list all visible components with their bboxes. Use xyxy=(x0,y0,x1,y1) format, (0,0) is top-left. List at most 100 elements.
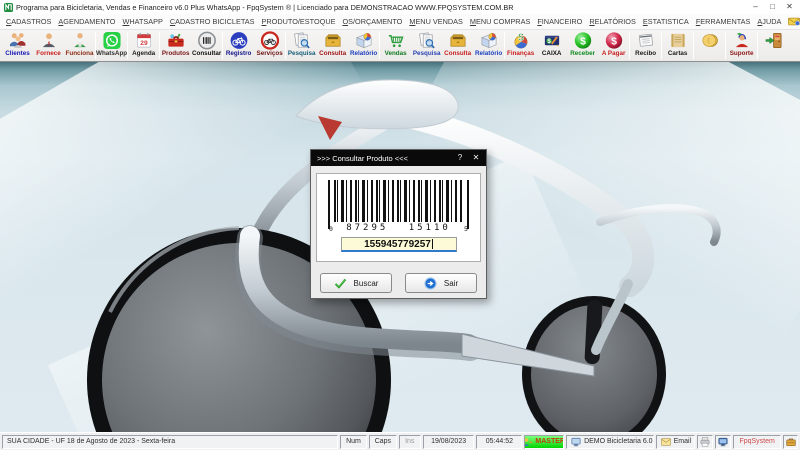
menu-item-cadastros[interactable]: CADASTROS xyxy=(6,17,51,26)
barcode-input[interactable]: 155945779257 xyxy=(340,237,457,252)
svg-text:$: $ xyxy=(611,36,617,47)
dialog-buttons-row: Buscar Sair xyxy=(311,273,486,293)
toolbar-button-registro[interactable]: Registro xyxy=(223,30,254,61)
toolbar-button-cartas[interactable]: Cartas xyxy=(662,30,693,61)
status-case xyxy=(783,434,798,449)
calendar-icon: 29 xyxy=(134,31,154,50)
text-caret xyxy=(431,239,433,249)
envelope-icon xyxy=(660,437,671,447)
toolbar-button-financas[interactable]: $ Finanças xyxy=(505,30,536,61)
barcode-digit-right: 5 xyxy=(464,225,468,233)
bike-registry-icon xyxy=(229,31,249,50)
status-insert: Ins xyxy=(398,434,421,449)
title-bar: Programa para Bicicletaria, Vendas e Fin… xyxy=(0,0,800,14)
status-date: 19/08/2023 xyxy=(422,434,475,449)
svg-text:$: $ xyxy=(547,38,551,45)
close-button[interactable]: ✕ xyxy=(781,0,798,14)
application-window: { "window": { "title": "Programa para Bi… xyxy=(0,0,800,450)
menu-item-agendamento[interactable]: AGENDAMENTO xyxy=(58,17,115,26)
toolbar-button-whatsapp[interactable]: WhatsApp xyxy=(96,30,127,61)
toolbar: Clientes Fornece Funciona WhatsApp 29 Age… xyxy=(0,29,800,62)
bike-service-icon xyxy=(260,31,280,50)
svg-text:$: $ xyxy=(518,33,524,44)
buscar-button[interactable]: Buscar xyxy=(320,273,392,293)
minimize-button[interactable]: – xyxy=(747,0,764,14)
toolbar-button-clientes[interactable]: Clientes xyxy=(2,30,33,61)
toolbar-button-suporte[interactable]: Suporte xyxy=(726,30,757,61)
barcode-digit-group1: 87295 xyxy=(346,223,389,233)
user-key-icon xyxy=(525,437,533,447)
coin-icon xyxy=(700,31,720,50)
status-network-button[interactable] xyxy=(715,434,732,449)
toolbar-button-pesquisa-vendas[interactable]: Pesquisa xyxy=(411,30,442,61)
toolbar-button-produtos[interactable]: Produtos xyxy=(160,30,191,61)
toolbar-button-consulta-vendas[interactable]: Consulta xyxy=(442,30,473,61)
barcode-digits: 0 87295 15110 5 xyxy=(326,223,471,233)
toolbar-button-recibo[interactable]: Recibo xyxy=(630,30,661,61)
barcode-image xyxy=(328,180,469,229)
menu-item-menu-vendas[interactable]: MENU VENDAS xyxy=(409,17,463,26)
check-icon xyxy=(334,277,347,290)
status-email-button[interactable]: Email xyxy=(655,434,696,449)
dialog-close-button[interactable]: ✕ xyxy=(468,150,484,166)
toolbar-button-moeda[interactable] xyxy=(694,30,725,61)
barcode-input-value: 155945779257 xyxy=(364,238,431,250)
toolbar-button-a-pagar[interactable]: $ A Pagar xyxy=(598,30,629,61)
network-monitor-icon xyxy=(718,437,728,447)
toolbar-button-consultar[interactable]: Consultar xyxy=(191,30,222,61)
report-box-icon xyxy=(479,31,499,50)
toolbar-button-caixa[interactable]: $ CAIXA xyxy=(536,30,567,61)
toolbar-button-funcionarios[interactable]: Funciona xyxy=(64,30,95,61)
menu-item-email[interactable]: E-MAIL xyxy=(788,17,800,26)
toolbar-button-pesquisa-os[interactable]: Pesquisa xyxy=(286,30,317,61)
search-documents-icon xyxy=(292,31,312,50)
toolbar-button-sair[interactable] xyxy=(758,30,789,61)
exit-door-icon xyxy=(764,31,784,50)
suitcase-icon xyxy=(785,437,796,447)
pay-money-icon: $ xyxy=(604,31,624,50)
search-documents-icon xyxy=(417,31,437,50)
file-drawer-icon xyxy=(448,31,468,50)
menu-item-os-orcamento[interactable]: OS/ORÇAMENTO xyxy=(342,17,402,26)
status-caps-lock: Caps xyxy=(368,434,397,449)
barcode-panel: 0 87295 15110 5 155945779257 xyxy=(316,173,481,262)
monitor-icon xyxy=(571,437,581,447)
dialog-title: >>> Consultar Produto <<< xyxy=(317,153,408,163)
status-time: 05:44:52 xyxy=(476,434,523,449)
toolbar-button-consulta-os[interactable]: Consulta xyxy=(317,30,348,61)
menu-bar: CADASTROS AGENDAMENTO WHATSAPP CADASTRO … xyxy=(0,14,800,29)
menu-item-produto-estoque[interactable]: PRODUTO/ESTOQUE xyxy=(262,17,336,26)
menu-item-cadastro-bicicletas[interactable]: CADASTRO BICICLETAS xyxy=(170,17,255,26)
toolbar-button-relatorio-os[interactable]: Relatório xyxy=(348,30,379,61)
toolbar-button-vendas[interactable]: Vendas xyxy=(380,30,411,61)
menu-item-estatistica[interactable]: ESTATISTICA xyxy=(643,17,689,26)
dialog-help-button[interactable]: ? xyxy=(452,150,468,166)
toolbar-button-relatorio-vendas[interactable]: Relatório xyxy=(473,30,504,61)
menu-item-ferramentas[interactable]: FERRAMENTAS xyxy=(696,17,751,26)
cash-book-icon: $ xyxy=(542,31,562,50)
svg-text:29: 29 xyxy=(140,40,148,47)
supplier-icon xyxy=(39,31,59,50)
clients-icon xyxy=(8,31,28,50)
status-brand: FpqSystem xyxy=(733,434,782,449)
menu-item-ajuda[interactable]: AJUDA xyxy=(757,17,781,26)
shopping-cart-icon xyxy=(386,31,406,50)
status-printer-button[interactable] xyxy=(697,434,714,449)
window-title: Programa para Bicicletaria, Vendas e Fin… xyxy=(16,2,514,12)
receipt-icon xyxy=(636,31,656,50)
maximize-button[interactable]: □ xyxy=(764,0,781,14)
menu-item-financeiro[interactable]: FINANCEIRO xyxy=(537,17,582,26)
menu-item-menu-compras[interactable]: MENU COMPRAS xyxy=(470,17,530,26)
sair-button[interactable]: Sair xyxy=(405,273,477,293)
toolbar-button-fornecedores[interactable]: Fornece xyxy=(33,30,64,61)
toolbar-button-receber[interactable]: $ Receber xyxy=(567,30,598,61)
blue-arrow-icon xyxy=(424,276,437,290)
finance-pie-icon: $ xyxy=(511,31,531,50)
menu-item-relatorios[interactable]: RELATÓRIOS xyxy=(589,17,636,26)
menu-item-whatsapp[interactable]: WHATSAPP xyxy=(122,17,162,26)
printer-icon xyxy=(700,436,710,447)
toolbar-button-agenda[interactable]: 29 Agenda xyxy=(128,30,159,61)
toolbar-button-servicos[interactable]: Serviços xyxy=(254,30,285,61)
app-logo-icon xyxy=(4,2,13,12)
status-bar: SUA CIDADE - UF 18 de Agosto de 2023 - S… xyxy=(0,432,800,450)
